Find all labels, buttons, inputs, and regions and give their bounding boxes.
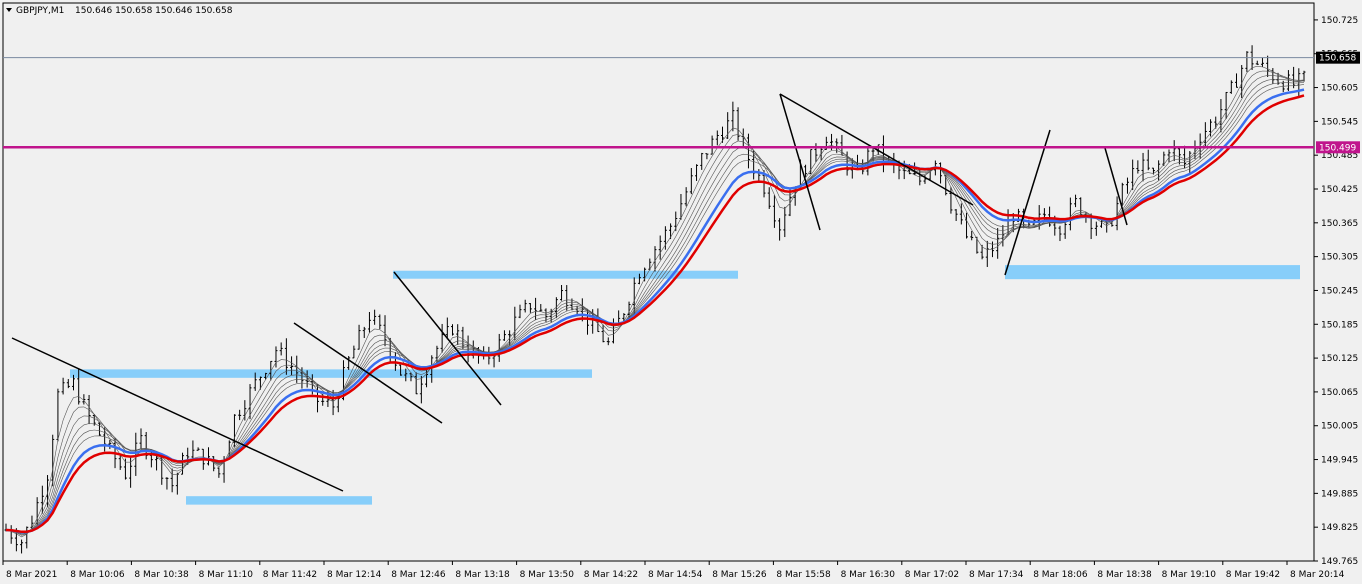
support-zone (70, 369, 592, 378)
support-zone (393, 270, 738, 279)
x-tick-label: 8 Mar 11:42 (263, 570, 317, 580)
symbol-label: GBPJPY,M1 (16, 6, 64, 16)
chart-header: GBPJPY,M1 150.646 150.658 150.646 150.65… (6, 6, 233, 16)
y-tick-label: 149.765 (1321, 557, 1358, 567)
y-tick-label: 149.825 (1321, 523, 1358, 533)
x-tick-label: 8 Mar 19:42 (1226, 570, 1280, 580)
x-tick-label: 8 Mar 16:30 (841, 570, 896, 580)
price-chart[interactable]: 150.725150.665150.605150.545150.485150.4… (0, 0, 1362, 584)
x-tick-label: 8 Mar 10:06 (70, 570, 125, 580)
ohlc-label: 150.646 150.658 150.646 150.658 (75, 6, 233, 16)
x-tick-label: 8 Mar 15:58 (776, 570, 831, 580)
y-tick-label: 149.945 (1321, 456, 1358, 466)
y-tick-label: 150.725 (1321, 16, 1358, 26)
y-tick-label: 150.545 (1321, 117, 1358, 127)
x-tick-label: 8 Mar 18:38 (1097, 570, 1152, 580)
y-tick-label: 150.365 (1321, 219, 1358, 229)
y-tick-label: 150.065 (1321, 388, 1358, 398)
level-price-tag-label: 150.499 (1319, 143, 1356, 153)
x-tick-label: 8 Mar 12:14 (327, 570, 382, 580)
x-tick-label: 8 Mar 2021 (6, 570, 57, 580)
last-price-tag-label: 150.658 (1319, 54, 1356, 64)
x-tick-label: 8 Mar 10:38 (134, 570, 189, 580)
x-tick-label: 8 Mar 14:22 (584, 570, 638, 580)
x-tick-label: 8 Mar 18:06 (1033, 570, 1088, 580)
x-tick-label: 8 Mar 11:10 (199, 570, 254, 580)
x-tick-label: 8 Mar 20:14 (1290, 570, 1345, 580)
x-tick-label: 8 Mar 15:26 (712, 570, 767, 580)
x-tick-label: 8 Mar 17:02 (905, 570, 959, 580)
x-tick-label: 8 Mar 12:46 (391, 570, 446, 580)
x-tick-label: 8 Mar 13:50 (520, 570, 575, 580)
support-zone (186, 496, 372, 505)
y-tick-label: 150.185 (1321, 320, 1358, 330)
x-tick-label: 8 Mar 19:10 (1162, 570, 1217, 580)
x-tick-label: 8 Mar 17:34 (969, 570, 1024, 580)
y-tick-label: 149.885 (1321, 489, 1358, 499)
y-tick-label: 150.125 (1321, 354, 1358, 364)
y-tick-label: 150.305 (1321, 253, 1358, 263)
y-tick-label: 150.005 (1321, 422, 1358, 432)
x-tick-label: 8 Mar 14:54 (648, 570, 703, 580)
y-tick-label: 150.425 (1321, 185, 1358, 195)
support-zone (1005, 265, 1300, 280)
y-tick-label: 150.605 (1321, 84, 1358, 94)
y-tick-label: 150.245 (1321, 286, 1358, 296)
x-tick-label: 8 Mar 13:18 (455, 570, 510, 580)
